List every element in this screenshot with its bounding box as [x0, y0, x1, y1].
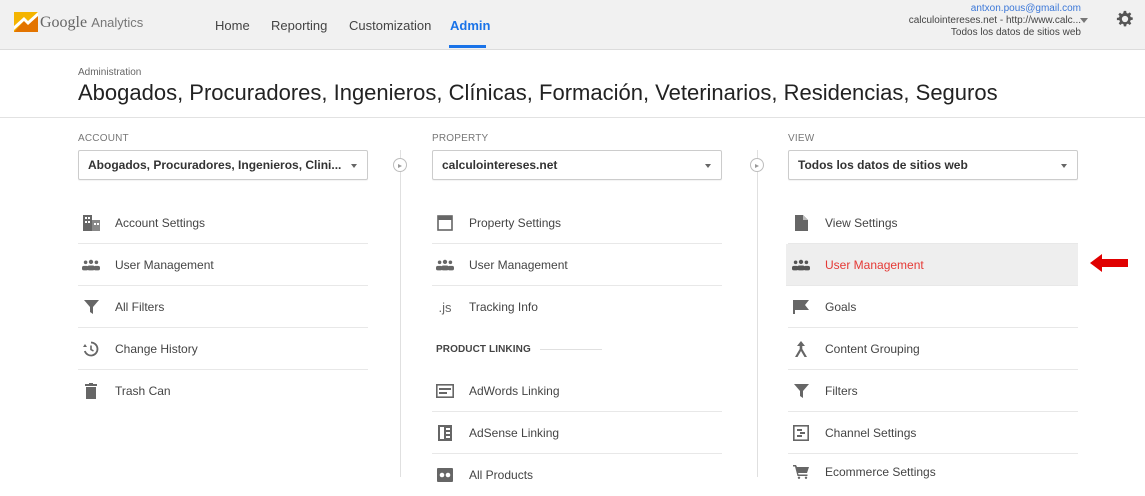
- arrow-right-circle-icon: [393, 158, 407, 172]
- all-products-link[interactable]: All Products: [432, 454, 722, 496]
- item-label: User Management: [825, 257, 924, 272]
- nav-customization[interactable]: Customization: [349, 18, 431, 33]
- chevron-down-icon: [1061, 164, 1067, 168]
- all-filters-link[interactable]: All Filters: [78, 286, 368, 328]
- item-label: Filters: [825, 383, 858, 398]
- arrow-right-circle-icon: [750, 158, 764, 172]
- js-icon: .js: [438, 299, 452, 315]
- filter-icon: [82, 298, 100, 316]
- view-label: VIEW: [788, 133, 815, 144]
- view-select[interactable]: Todos los datos de sitios web: [788, 150, 1078, 180]
- adwords-icon: [436, 382, 454, 400]
- document-icon: [792, 214, 810, 232]
- item-label: AdSense Linking: [469, 425, 560, 440]
- users-icon: [436, 256, 454, 274]
- item-label: All Products: [469, 468, 534, 482]
- nav-reporting[interactable]: Reporting: [271, 18, 327, 33]
- ecommerce-settings-link[interactable]: Ecommerce Settings: [788, 454, 1078, 490]
- channel-settings-link[interactable]: Channel Settings: [788, 412, 1078, 454]
- gear-icon[interactable]: [1116, 10, 1134, 28]
- trash-can-link[interactable]: Trash Can: [78, 370, 368, 412]
- chevron-down-icon[interactable]: [1080, 18, 1088, 23]
- history-icon: [82, 340, 100, 358]
- divider: [540, 349, 602, 350]
- account-user-management-link[interactable]: User Management: [78, 244, 368, 286]
- page-title: Abogados, Procuradores, Ingenieros, Clín…: [78, 80, 998, 105]
- item-label: Content Grouping: [825, 341, 920, 356]
- flag-icon: [792, 298, 810, 316]
- view-selected: Todos los datos de sitios web: [798, 158, 968, 172]
- view-settings-link[interactable]: View Settings: [788, 202, 1078, 244]
- item-label: Account Settings: [115, 215, 206, 230]
- adwords-linking-link[interactable]: AdWords Linking: [432, 370, 722, 412]
- breadcrumb: Administration: [78, 67, 142, 78]
- item-label: User Management: [469, 257, 568, 272]
- column-divider: [757, 150, 758, 477]
- filter-icon: [792, 382, 810, 400]
- account-label: ACCOUNT: [78, 133, 129, 144]
- red-arrow-icon: [1090, 254, 1128, 272]
- account-switcher[interactable]: antxon.pous@gmail.com calculointereses.n…: [851, 3, 1081, 39]
- property-settings-link[interactable]: Property Settings: [432, 202, 722, 244]
- property-icon: [436, 214, 454, 232]
- account-view: Todos los datos de sitios web: [950, 27, 1081, 38]
- item-label: Tracking Info: [469, 300, 538, 314]
- change-history-link[interactable]: Change History: [78, 328, 368, 370]
- account-column: ACCOUNT Abogados, Procuradores, Ingenier…: [78, 133, 368, 412]
- product-linking-label: PRODUCT LINKING: [436, 343, 531, 355]
- nav-home[interactable]: Home: [215, 18, 250, 33]
- item-label: Goals: [825, 299, 857, 314]
- users-icon: [792, 256, 810, 274]
- all-products-icon: [436, 466, 454, 484]
- top-bar: Google Analytics Home Reporting Customiz…: [0, 0, 1145, 50]
- account-property: calculointereses.net - http://www.calc..…: [908, 15, 1081, 26]
- account-select[interactable]: Abogados, Procuradores, Ingenieros, Clin…: [78, 150, 368, 180]
- content-grouping-icon: [792, 340, 810, 358]
- adsense-linking-link[interactable]: AdSense Linking: [432, 412, 722, 454]
- property-selected: calculointereses.net: [442, 158, 558, 172]
- chevron-down-icon: [705, 164, 711, 168]
- item-label: User Management: [115, 257, 214, 272]
- building-icon: [82, 214, 100, 232]
- adsense-icon: [436, 424, 454, 442]
- item-label: AdWords Linking: [469, 383, 560, 398]
- tracking-info-link[interactable]: .js Tracking Info: [432, 286, 722, 328]
- nav-admin[interactable]: Admin: [450, 18, 490, 33]
- channel-icon: [792, 424, 810, 442]
- chevron-down-icon: [351, 164, 357, 168]
- property-user-management-link[interactable]: User Management: [432, 244, 722, 286]
- view-column: VIEW Todos los datos de sitios web View …: [786, 133, 1078, 490]
- account-selected: Abogados, Procuradores, Ingenieros, Clin…: [88, 158, 342, 172]
- users-icon: [82, 256, 100, 274]
- property-column: PROPERTY calculointereses.net Property S…: [432, 133, 722, 496]
- item-label: Property Settings: [469, 215, 562, 230]
- item-label: Trash Can: [115, 384, 171, 398]
- column-divider: [400, 150, 401, 477]
- property-select[interactable]: calculointereses.net: [432, 150, 722, 180]
- account-settings-link[interactable]: Account Settings: [78, 202, 368, 244]
- item-label: Change History: [115, 341, 198, 356]
- brand-name[interactable]: Google Analytics: [40, 14, 143, 32]
- divider: [0, 117, 1145, 118]
- analytics-logo-icon[interactable]: [14, 12, 38, 32]
- cart-icon: [792, 463, 810, 481]
- content-grouping-link[interactable]: Content Grouping: [788, 328, 1078, 370]
- account-email: antxon.pous@gmail.com: [970, 3, 1081, 14]
- item-label: All Filters: [115, 299, 165, 314]
- brand-analytics: Analytics: [91, 15, 144, 30]
- filters-link[interactable]: Filters: [788, 370, 1078, 412]
- item-label: View Settings: [825, 215, 898, 230]
- active-nav-indicator: [449, 45, 486, 48]
- brand-google: Google: [40, 14, 88, 31]
- trash-icon: [82, 382, 100, 400]
- goals-link[interactable]: Goals: [788, 286, 1078, 328]
- view-user-management-link[interactable]: User Management: [786, 244, 1078, 286]
- product-linking-heading: PRODUCT LINKING: [432, 328, 722, 370]
- property-label: PROPERTY: [432, 133, 489, 144]
- item-label: Channel Settings: [825, 425, 917, 440]
